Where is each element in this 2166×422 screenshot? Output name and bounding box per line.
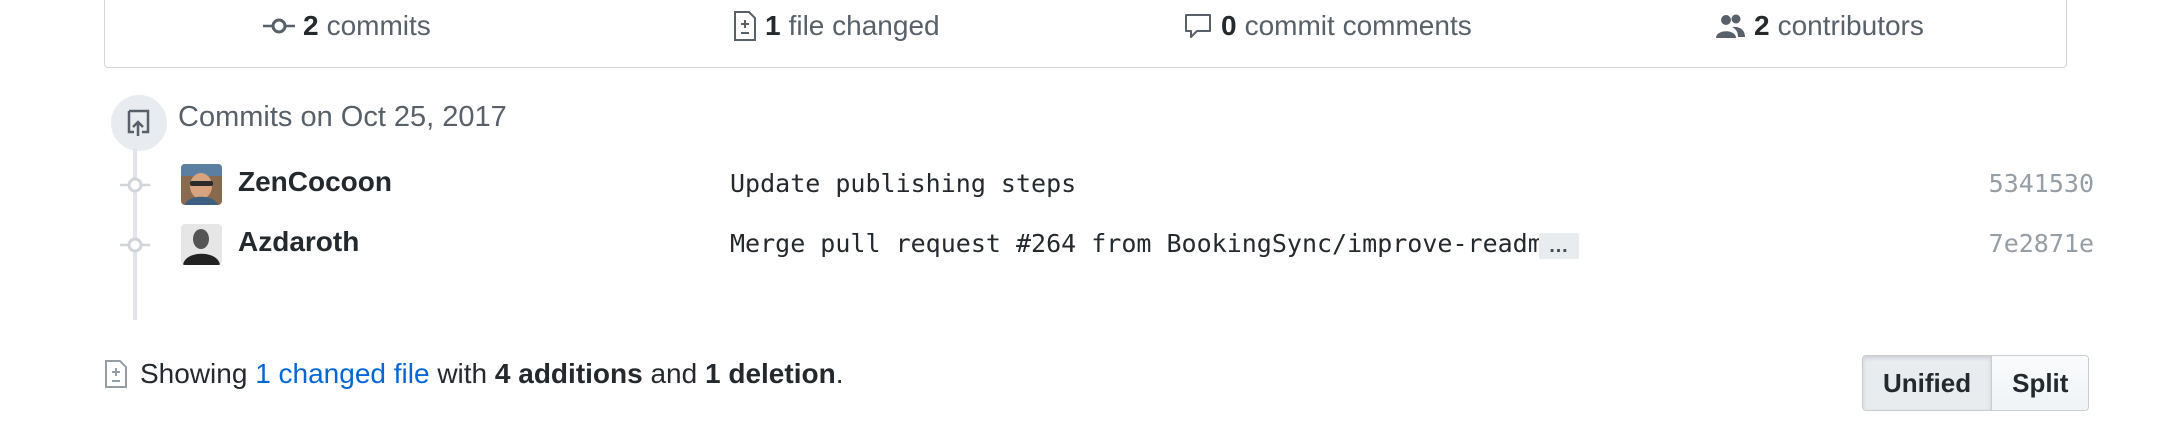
commits-count: 2 <box>303 10 319 41</box>
repo-push-icon <box>108 92 170 154</box>
avatar[interactable] <box>181 164 222 205</box>
commit-message-link[interactable]: Update publishing steps <box>730 169 1076 198</box>
diff-summary-and: and <box>650 358 698 389</box>
diff-view-toggle: Unified Split <box>1862 355 2090 411</box>
comments-label: commit comments <box>1244 10 1472 41</box>
additions-count: 4 additions <box>494 358 643 389</box>
commit-sha-link[interactable]: 7e2871e <box>1989 229 2094 258</box>
diff-summary-suffix: . <box>835 358 844 389</box>
comment-icon <box>1185 14 1211 38</box>
file-diff-icon <box>105 360 127 388</box>
commits-date-heading: Commits on Oct 25, 2017 <box>178 101 507 133</box>
commit-author-link[interactable]: ZenCocoon <box>238 166 392 198</box>
changed-files-link[interactable]: 1 changed file <box>255 358 429 390</box>
git-commit-icon <box>120 177 150 193</box>
deletions-count: 1 deletion <box>704 358 836 389</box>
commit-message-link[interactable]: Merge pull request #264 from BookingSync… <box>730 229 1558 258</box>
commits-count-link[interactable]: 2 commits <box>263 6 431 46</box>
commit-summary-box: 2 commits 1 file changed 0 commit commen… <box>104 0 2067 68</box>
diff-summary-prefix: Showing <box>140 358 248 389</box>
files-count: 1 <box>765 10 781 41</box>
avatar[interactable] <box>181 224 222 265</box>
contributors-count: 2 <box>1754 10 1770 41</box>
people-icon <box>1716 14 1745 38</box>
commit-comments-link[interactable]: 0 commit comments <box>1183 6 1472 46</box>
contributors-link[interactable]: 2 contributors <box>1714 6 1924 46</box>
files-label: file changed <box>788 10 940 41</box>
commit-sha-link[interactable]: 5341530 <box>1989 169 2094 198</box>
commit-author-link[interactable]: Azdaroth <box>238 226 359 258</box>
git-commit-icon <box>263 18 295 34</box>
commit-row: Azdaroth Merge pull request #264 from Bo… <box>0 223 2166 267</box>
comments-count: 0 <box>1221 10 1237 41</box>
diff-summary-with: with <box>437 358 488 389</box>
file-diff-icon <box>734 11 756 41</box>
diff-summary: Showing 1 changed file with 4 additions … <box>104 358 843 390</box>
expand-commit-message-button[interactable]: … <box>1539 233 1579 259</box>
files-changed-link[interactable]: 1 file changed <box>733 6 940 46</box>
unified-view-button[interactable]: Unified <box>1863 356 1993 410</box>
commit-row: ZenCocoon Update publishing steps 534153… <box>0 163 2166 207</box>
commits-label: commits <box>326 10 431 41</box>
contributors-label: contributors <box>1777 10 1924 41</box>
split-view-button[interactable]: Split <box>1992 356 2089 410</box>
git-commit-icon <box>120 237 150 253</box>
